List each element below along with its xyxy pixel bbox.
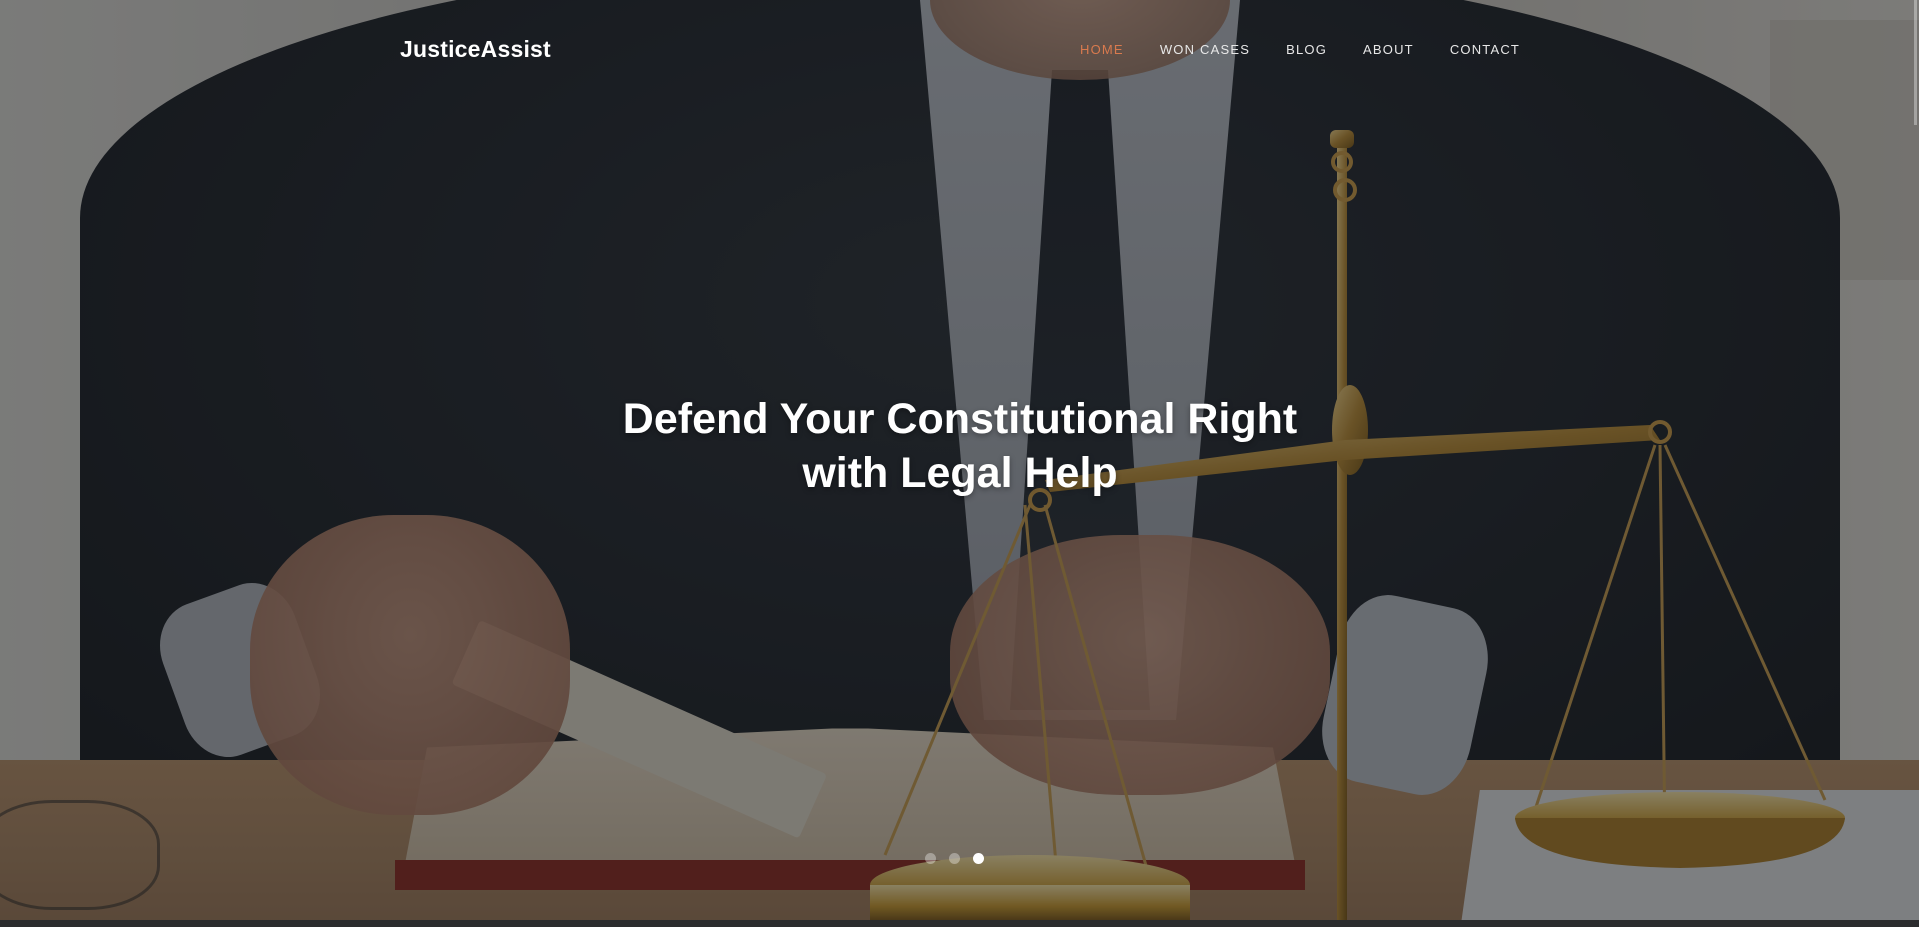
- carousel-dot-3[interactable]: [973, 853, 984, 864]
- nav-item-about[interactable]: ABOUT: [1363, 42, 1414, 57]
- carousel-dots: [925, 853, 984, 864]
- hero-headline: Defend Your Constitutional Right with Le…: [460, 392, 1460, 500]
- carousel-dot-1[interactable]: [925, 853, 936, 864]
- nav-item-home[interactable]: HOME: [1080, 42, 1124, 57]
- scrollbar-thumb[interactable]: [1914, 0, 1917, 125]
- main-menu: HOME WON CASES BLOG ABOUT CONTACT: [1080, 42, 1520, 57]
- hero-section: JusticeAssist HOME WON CASES BLOG ABOUT …: [0, 0, 1919, 920]
- carousel-dot-2[interactable]: [949, 853, 960, 864]
- brand-logo[interactable]: JusticeAssist: [400, 36, 551, 63]
- nav-item-won-cases[interactable]: WON CASES: [1160, 42, 1250, 57]
- hero-headline-line-2: with Legal Help: [802, 449, 1118, 497]
- hero-headline-line-1: Defend Your Constitutional Right: [622, 395, 1298, 443]
- page-bottom-edge: [0, 920, 1919, 927]
- nav-item-blog[interactable]: BLOG: [1286, 42, 1327, 57]
- nav-item-contact[interactable]: CONTACT: [1450, 42, 1520, 57]
- top-navbar: JusticeAssist HOME WON CASES BLOG ABOUT …: [0, 0, 1919, 100]
